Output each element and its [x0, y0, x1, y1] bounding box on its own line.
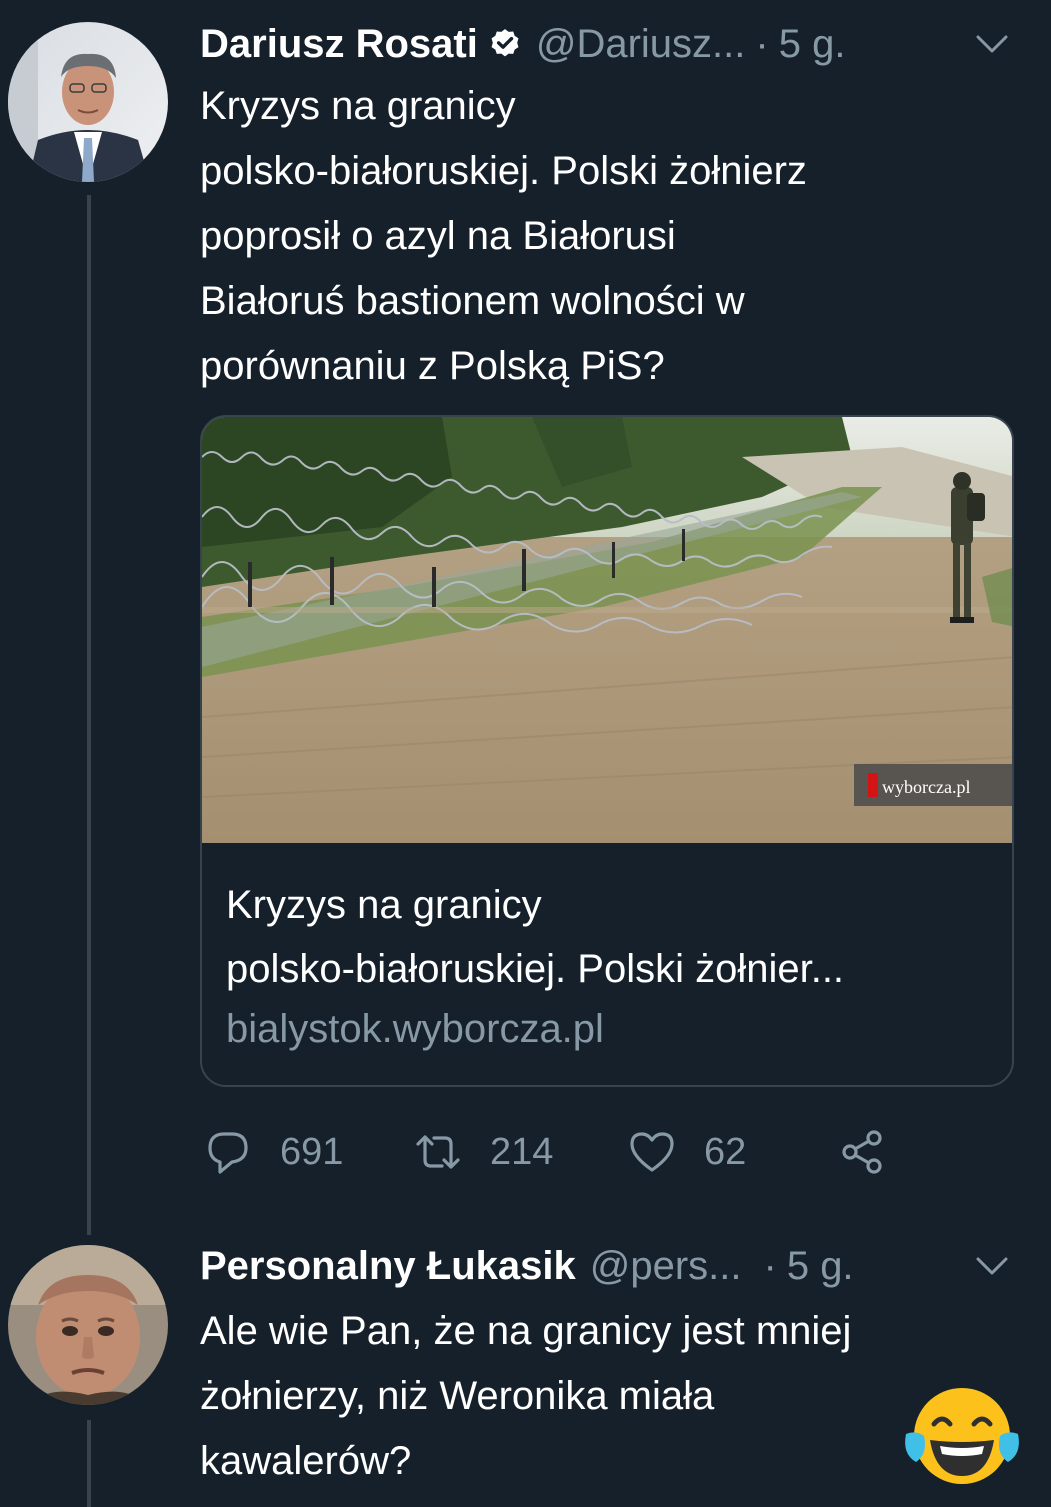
tweet-text-line: poprosił o azyl na Białorusi	[200, 214, 676, 258]
reply-count: 691	[280, 1130, 344, 1173]
share-button[interactable]	[838, 1122, 886, 1182]
tweet-text-line: żołnierzy, niż Weronika miała	[200, 1374, 715, 1418]
tweet-header: Personalny Łukasik @pers... · 5 g.	[200, 1236, 854, 1296]
avatar[interactable]	[8, 1245, 168, 1405]
author-name[interactable]: Dariusz Rosati	[200, 22, 478, 67]
tweet-text: Kryzys na granicy polsko-białoruskiej. P…	[200, 74, 807, 399]
thread-line	[87, 195, 91, 1235]
card-image: wyborcza.pl	[202, 417, 1012, 843]
retweet-count: 214	[490, 1130, 554, 1173]
like-count: 62	[704, 1130, 747, 1173]
heart-icon	[630, 1132, 674, 1172]
separator-dot: ·	[755, 21, 769, 66]
chevron-down-icon[interactable]	[974, 1254, 1010, 1278]
tweet-text: Ale wie Pan, że na granicy jest mniej żo…	[200, 1299, 851, 1494]
retweet-icon	[416, 1135, 460, 1169]
like-button[interactable]: 62	[628, 1122, 746, 1182]
card-title-line: polsko-białoruskiej. Polski żołnier...	[226, 947, 845, 991]
card-domain: bialystok.wyborcza.pl	[226, 1007, 604, 1051]
tweet-text-line: Kryzys na granicy	[200, 84, 516, 128]
author-handle[interactable]: @Dariusz...	[536, 22, 746, 67]
tweet-text-line: Białoruś bastionem wolności w	[200, 279, 745, 323]
share-icon	[842, 1130, 882, 1174]
tweet-text-line: Ale wie Pan, że na granicy jest mniej	[200, 1309, 852, 1353]
author-name[interactable]: Personalny Łukasik	[200, 1244, 576, 1289]
reply-icon	[208, 1132, 248, 1174]
tweet-timestamp[interactable]: 5 g.	[779, 22, 846, 67]
tweet-header: Dariusz Rosati @Dariusz... · 5 g.	[200, 14, 845, 74]
face-with-tears-of-joy-icon	[905, 1388, 1019, 1484]
tweet-text-line: polsko-białoruskiej. Polski żołnierz	[200, 149, 807, 193]
image-watermark: wyborcza.pl	[882, 777, 970, 797]
verified-badge-icon	[491, 29, 519, 57]
retweet-button[interactable]: 214	[414, 1122, 553, 1182]
separator-dot: ·	[763, 1243, 777, 1288]
avatar[interactable]	[8, 22, 168, 182]
tweet-text-line: kawalerów?	[200, 1439, 412, 1483]
link-card[interactable]: wyborcza.pl Kryzys na granicy polsko-bia…	[200, 415, 1014, 1087]
card-title-line: Kryzys na granicy	[226, 883, 542, 927]
card-title: Kryzys na granicy polsko-białoruskiej. P…	[226, 873, 844, 1001]
tweet-text-line: porównaniu z Polską PiS?	[200, 344, 665, 388]
author-handle[interactable]: @pers...	[590, 1244, 742, 1289]
chevron-down-icon[interactable]	[974, 32, 1010, 56]
tweet-timestamp[interactable]: 5 g.	[787, 1244, 854, 1289]
reply-button[interactable]: 691	[204, 1122, 343, 1182]
thread-line	[87, 1420, 91, 1507]
